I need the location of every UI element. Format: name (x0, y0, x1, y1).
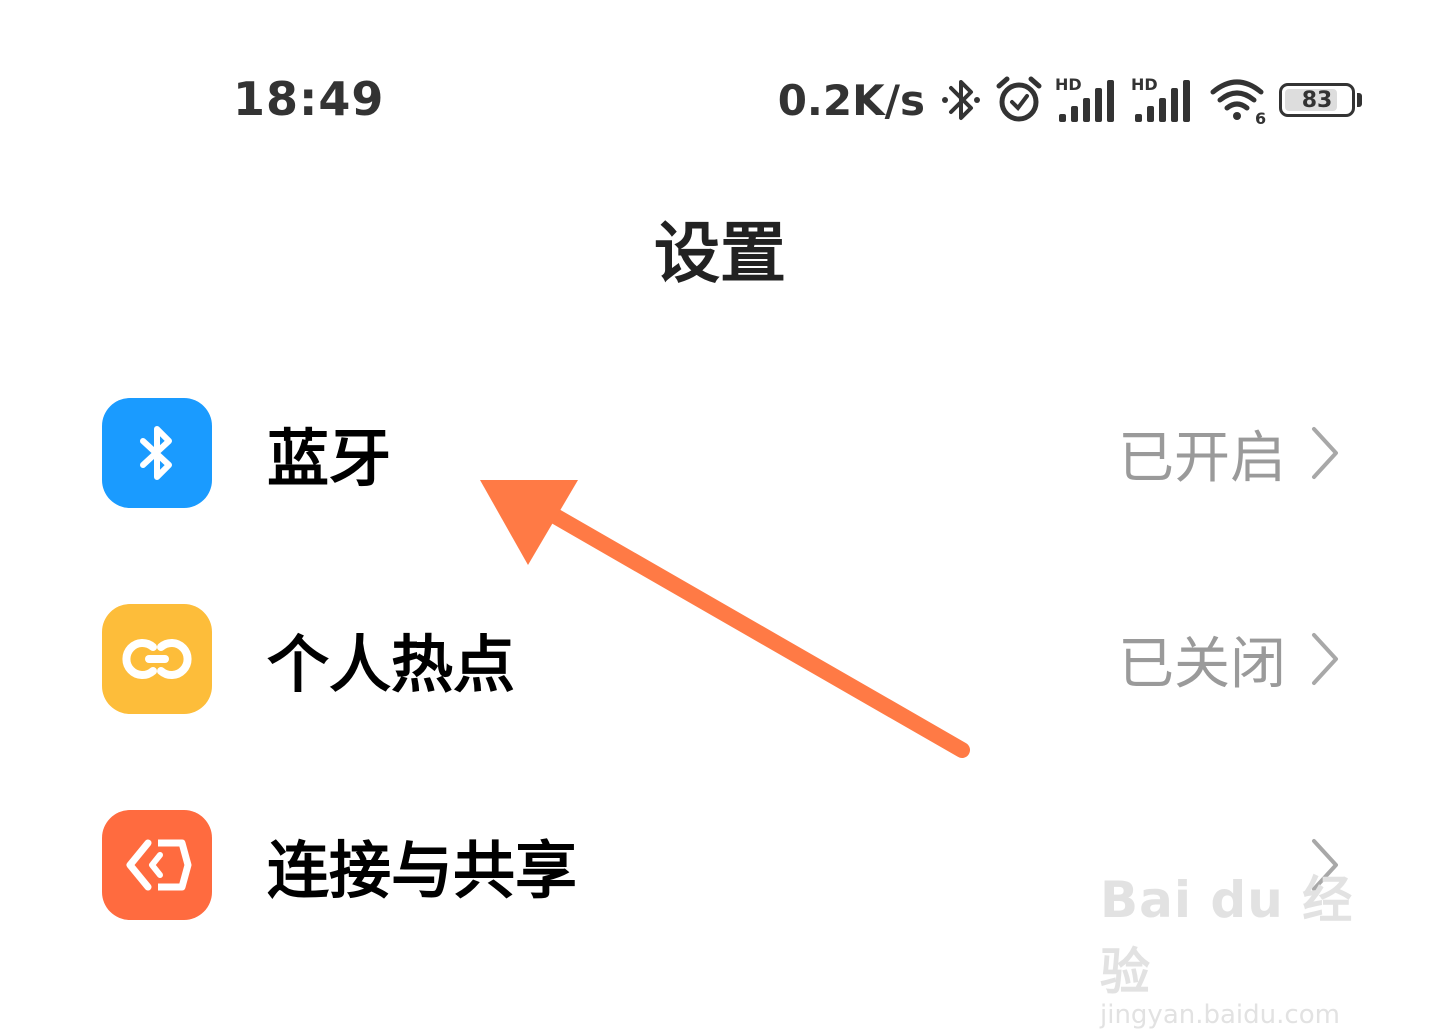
connection-share-icon (102, 810, 212, 920)
signal-icon: HD (1131, 74, 1197, 126)
baidu-watermark: Bai du 经验 jingyan.baidu.com (1100, 860, 1370, 1030)
chevron-right-icon (1308, 425, 1342, 481)
setting-row-bluetooth[interactable]: 蓝牙 已开启 (102, 398, 1342, 508)
setting-status: 已关闭 (1118, 631, 1286, 697)
status-time: 18:49 (233, 72, 385, 126)
alarm-icon (993, 74, 1045, 126)
chevron-right-icon (1308, 631, 1342, 687)
page-title: 设置 (654, 215, 786, 292)
wifi-version-label: 6 (1255, 109, 1266, 126)
setting-label: 个人热点 (267, 628, 516, 701)
signal-hd-label: HD (1055, 75, 1082, 94)
bluetooth-icon (939, 74, 983, 126)
signal-icon: HD (1055, 74, 1121, 126)
network-speed: 0.2K/s (777, 75, 925, 125)
hotspot-icon (102, 604, 212, 714)
setting-label: 蓝牙 (267, 422, 392, 495)
wifi-icon: 6 (1207, 74, 1269, 126)
bluetooth-icon (102, 398, 212, 508)
battery-level: 83 (1301, 87, 1333, 113)
watermark-brand: Bai du 经验 (1100, 871, 1354, 1001)
status-icons: 0.2K/s HD HD 6 83 (778, 70, 1362, 130)
battery-icon: 83 (1279, 83, 1362, 117)
watermark-url: jingyan.baidu.com (1100, 1000, 1340, 1030)
setting-status: 已开启 (1118, 425, 1286, 491)
setting-row-hotspot[interactable]: 个人热点 已关闭 (102, 604, 1342, 714)
signal-hd-label: HD (1131, 75, 1158, 94)
